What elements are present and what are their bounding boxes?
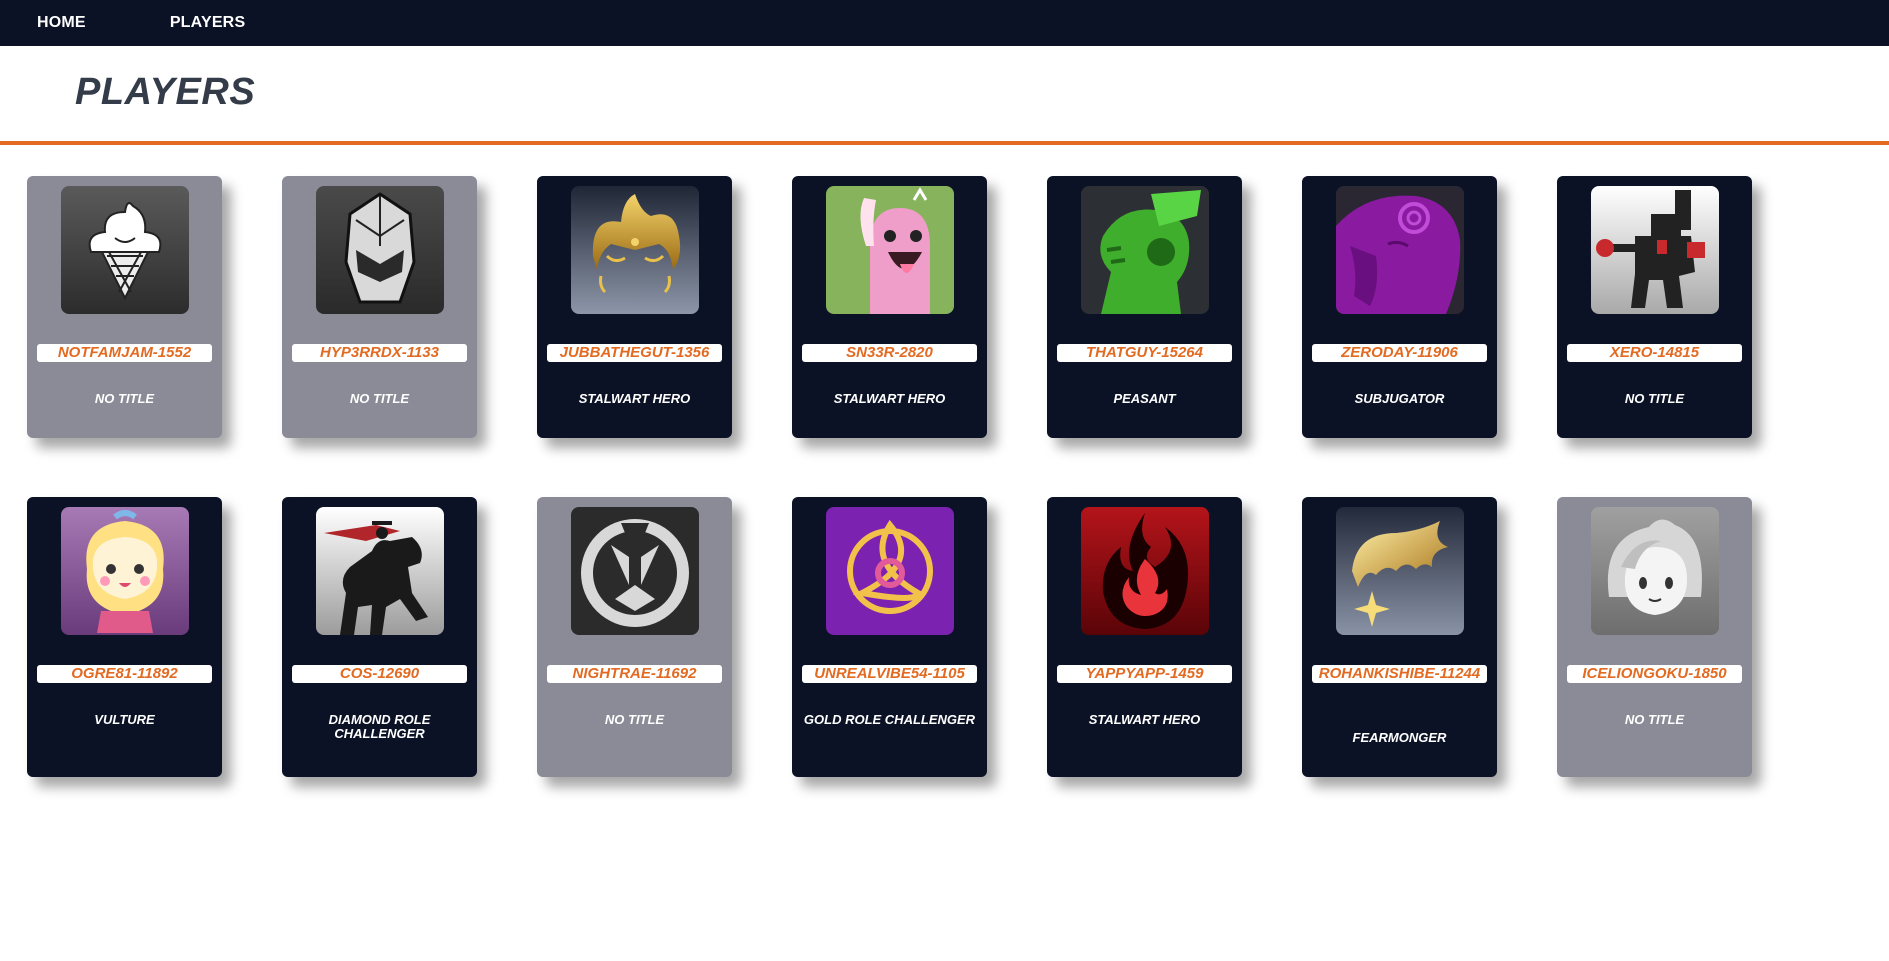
player-title: NO TITLE xyxy=(349,391,410,406)
player-card[interactable]: NIGHTRAE-11692 NO TITLE xyxy=(537,497,732,777)
golden-hair-icon xyxy=(1336,507,1464,635)
player-title: SUBJUGATOR xyxy=(1354,391,1445,406)
helmet-icon xyxy=(316,186,444,314)
player-battletag: ICELIONGOKU-1850 xyxy=(1567,665,1742,683)
player-card[interactable]: HYP3RRDX-1133 NO TITLE xyxy=(282,176,477,438)
player-card[interactable]: YAPPYAPP-1459 STALWART HERO xyxy=(1047,497,1242,777)
player-card[interactable]: NOTFAMJAM-1552 NO TITLE xyxy=(27,176,222,438)
robot-boxer-icon xyxy=(1591,186,1719,314)
player-card[interactable]: XERO-14815 NO TITLE xyxy=(1557,176,1752,438)
player-title: STALWART HERO xyxy=(1088,712,1201,727)
pink-creature-icon xyxy=(826,186,954,314)
player-battletag: THATGUY-15264 xyxy=(1057,344,1232,362)
player-title: DIAMOND ROLE CHALLENGER xyxy=(328,712,431,741)
player-title: VULTURE xyxy=(94,712,155,727)
player-title: STALWART HERO xyxy=(833,391,946,406)
player-card[interactable]: ICELIONGOKU-1850 NO TITLE xyxy=(1557,497,1752,777)
page-header: PLAYERS xyxy=(0,46,1889,145)
gold-triquetra-icon xyxy=(826,507,954,635)
player-battletag: YAPPYAPP-1459 xyxy=(1057,665,1232,683)
top-nav: HOME PLAYERS xyxy=(0,0,1889,46)
page-title: PLAYERS xyxy=(75,71,256,113)
player-card[interactable]: SN33R-2820 STALWART HERO xyxy=(792,176,987,438)
ice-cream-icon xyxy=(61,186,189,314)
player-card[interactable]: COS-12690 DIAMOND ROLE CHALLENGER xyxy=(282,497,477,777)
player-title: GOLD ROLE CHALLENGER xyxy=(803,712,976,727)
player-battletag: COS-12690 xyxy=(292,665,467,683)
player-title: NO TITLE xyxy=(1624,391,1685,406)
player-title: FEARMONGER xyxy=(1352,730,1447,745)
player-battletag: UNREALVIBE54-1105 xyxy=(802,665,977,683)
nav-home-link[interactable]: HOME xyxy=(37,14,86,32)
player-battletag: SN33R-2820 xyxy=(802,344,977,362)
purple-face-icon xyxy=(1336,186,1464,314)
player-title: PEASANT xyxy=(1113,391,1176,406)
player-title: NO TITLE xyxy=(1624,712,1685,727)
player-card[interactable]: ZERODAY-11906 SUBJUGATOR xyxy=(1302,176,1497,438)
nav-players-link[interactable]: PLAYERS xyxy=(170,14,246,32)
player-card[interactable]: OGRE81-11892 VULTURE xyxy=(27,497,222,777)
player-title: STALWART HERO xyxy=(578,391,691,406)
player-battletag: OGRE81-11892 xyxy=(37,665,212,683)
player-card[interactable]: UNREALVIBE54-1105 GOLD ROLE CHALLENGER xyxy=(792,497,987,777)
green-soldier-icon xyxy=(1081,186,1209,314)
player-battletag: NOTFAMJAM-1552 xyxy=(37,344,212,362)
flame-icon xyxy=(1081,507,1209,635)
player-battletag: NIGHTRAE-11692 xyxy=(547,665,722,683)
player-battletag: HYP3RRDX-1133 xyxy=(292,344,467,362)
player-title: NO TITLE xyxy=(94,391,155,406)
player-card[interactable]: THATGUY-15264 PEASANT xyxy=(1047,176,1242,438)
player-card[interactable]: JUBBATHEGUT-1356 STALWART HERO xyxy=(537,176,732,438)
player-battletag: ZERODAY-11906 xyxy=(1312,344,1487,362)
player-battletag: ROHANKISHIBE-11244 xyxy=(1312,665,1487,683)
horse-rider-icon xyxy=(316,507,444,635)
player-title: NO TITLE xyxy=(604,712,665,727)
player-card[interactable]: ROHANKISHIBE-11244 FEARMONGER xyxy=(1302,497,1497,777)
golden-hero-icon xyxy=(571,186,699,314)
player-battletag: JUBBATHEGUT-1356 xyxy=(547,344,722,362)
player-battletag: XERO-14815 xyxy=(1567,344,1742,362)
overwatch-logo-icon xyxy=(571,507,699,635)
chibi-face-icon xyxy=(1591,507,1719,635)
cute-hero-icon xyxy=(61,507,189,635)
